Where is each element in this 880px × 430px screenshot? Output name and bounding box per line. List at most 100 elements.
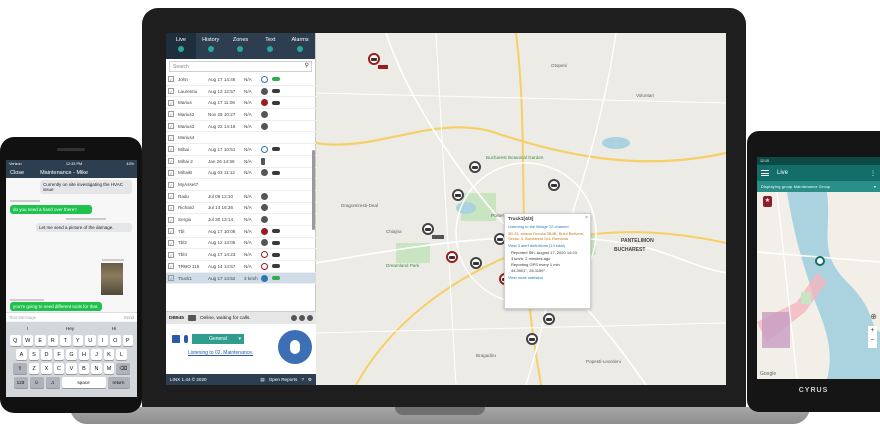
vehicle-marker[interactable]	[446, 251, 458, 263]
key[interactable]: U	[85, 335, 96, 346]
microphone-key[interactable]: ♫	[45, 377, 60, 388]
vehicle-row[interactable]: ✓ Laurentiu Aug 13 12:57 N/A	[166, 86, 316, 98]
tab-history[interactable]: History	[196, 33, 226, 59]
locate-icon[interactable]: ⊕	[870, 312, 877, 321]
checkbox[interactable]: ✓	[168, 239, 174, 246]
checkbox[interactable]: ✓	[168, 146, 174, 153]
key[interactable]: M	[103, 363, 115, 374]
checkbox[interactable]: ✓	[168, 123, 174, 130]
help-icon[interactable]: ?	[301, 377, 304, 383]
return-key[interactable]: return	[107, 377, 130, 388]
checkbox[interactable]: ✓	[168, 111, 174, 118]
shared-photo[interactable]	[101, 263, 123, 295]
emoji-key[interactable]: ☺	[29, 377, 44, 388]
suggestion[interactable]: Hey	[66, 326, 74, 331]
listening-link[interactable]: Listening to 02. Maintenance.	[188, 350, 253, 356]
settings-icon[interactable]: ⚙	[308, 377, 312, 383]
checkbox[interactable]: ✓	[168, 228, 174, 235]
checkbox[interactable]: ✓	[168, 216, 174, 223]
key[interactable]: O	[110, 335, 121, 346]
link-icon[interactable]	[299, 315, 305, 321]
popup-listening-link[interactable]: Listening to the Bridge 22 channel	[508, 224, 587, 229]
key[interactable]: C	[53, 363, 65, 374]
vehicle-row[interactable]: ✓ Marius3 Aug 22 14:16 N/A	[166, 121, 316, 133]
key[interactable]: E	[35, 335, 46, 346]
key[interactable]: Q	[10, 335, 21, 346]
tab-live[interactable]: Live	[166, 33, 196, 59]
vehicle-row[interactable]: ✓ Marius4	[166, 132, 316, 145]
vehicle-marker[interactable]	[548, 179, 560, 191]
vehicle-row[interactable]: ✓ John Aug 17 14:46 N/A	[166, 74, 316, 86]
checkbox[interactable]: ✓	[168, 158, 174, 165]
key[interactable]: J	[91, 349, 102, 360]
mic-icon[interactable]	[184, 335, 188, 343]
vehicle-marker[interactable]	[470, 257, 482, 269]
vehicle-row[interactable]: ✓ TRBO 115 Aug 14 14:57 N/A	[166, 261, 316, 273]
tab-alarms[interactable]: Alarms	[285, 33, 315, 59]
key[interactable]: K	[103, 349, 115, 360]
popup-stats-link[interactable]: View route statistics	[508, 275, 587, 280]
popup-alert-link[interactable]: View 0 alert definitions (14 total)	[508, 243, 587, 248]
key[interactable]: N	[91, 363, 102, 374]
channel-select[interactable]: General ▾	[192, 334, 244, 344]
send-button[interactable]: Send	[124, 315, 134, 320]
numbers-key[interactable]: 123	[13, 377, 28, 388]
key[interactable]: I	[97, 335, 108, 346]
vehicle-marker[interactable]	[815, 256, 825, 266]
key[interactable]: P	[122, 335, 133, 346]
tab-zones[interactable]: Zones	[226, 33, 256, 59]
search-input[interactable]: Search ⚲	[169, 61, 312, 72]
vehicle-row[interactable]: ✓ MihaiB Aug 03 11:12 N/A	[166, 168, 316, 180]
key[interactable]: F	[53, 349, 65, 360]
vehicle-list-scrollbar[interactable]	[312, 150, 315, 230]
close-button[interactable]: Close	[10, 170, 24, 176]
close-icon[interactable]: ×	[585, 215, 588, 221]
vehicle-row[interactable]: ✓ Truck1 Aug 17 14:52 3 km/h	[166, 272, 316, 285]
backspace-key[interactable]: ⌫	[116, 363, 131, 374]
key[interactable]: X	[41, 363, 52, 374]
lock-icon[interactable]	[291, 315, 297, 321]
vehicle-row[interactable]: ✓ Tbl2 Aug 12 13:06 N/A	[166, 238, 316, 250]
suggestion[interactable]: Hi	[112, 326, 116, 331]
vehicle-row[interactable]: ✓ Marius Aug 17 11:06 N/A	[166, 97, 316, 110]
checkbox[interactable]: ✓	[168, 204, 174, 211]
key[interactable]: V	[66, 363, 77, 374]
vehicle-marker[interactable]	[543, 313, 555, 325]
push-to-talk-button[interactable]	[278, 330, 312, 364]
open-reports-link[interactable]: Open Reports	[269, 377, 298, 383]
key[interactable]: T	[60, 335, 71, 346]
map-view[interactable]: Bucharest Botanical Garden Politehnica D…	[316, 33, 726, 385]
key[interactable]: D	[41, 349, 52, 360]
shift-key[interactable]: ⇧	[12, 363, 27, 374]
vehicle-marker[interactable]	[368, 53, 380, 65]
key[interactable]: B	[78, 363, 90, 374]
vehicle-row[interactable]: ✓ Mihai Aug 17 10:51 N/A	[166, 144, 316, 156]
vehicle-marker[interactable]	[422, 223, 434, 235]
checkbox[interactable]: ✓	[168, 169, 174, 176]
key[interactable]: Z	[28, 363, 40, 374]
zoom-control[interactable]: + −	[868, 326, 877, 348]
vehicle-row[interactable]: ✓ Richard Jul 14 16:36 N/A	[166, 203, 316, 215]
vehicle-row[interactable]: ✓ Tbl Aug 17 10:08 N/A	[166, 226, 316, 238]
checkbox[interactable]: ✓	[168, 263, 174, 270]
group-selector[interactable]: Displaying group Maintenance Group ▾	[757, 181, 880, 192]
vehicle-row[interactable]: ✓ Tbl4 Aug 17 14:23 N/A	[166, 249, 316, 261]
checkbox[interactable]: ✓	[168, 181, 174, 188]
key[interactable]: A	[16, 349, 27, 360]
key[interactable]: R	[47, 335, 58, 346]
checkbox[interactable]: ✓	[168, 134, 174, 141]
vehicle-marker[interactable]	[452, 189, 464, 201]
settings-icon[interactable]	[307, 315, 313, 321]
speaker-icon[interactable]	[172, 335, 180, 343]
star-marker-icon[interactable]: ★	[763, 196, 772, 207]
menu-icon[interactable]	[761, 170, 769, 176]
tab-text[interactable]: Text	[255, 33, 285, 59]
key[interactable]: L	[116, 349, 127, 360]
vehicle-row[interactable]: ✓ Mihai 2 Jan 26 14:56 N/A	[166, 156, 316, 168]
checkbox[interactable]: ✓	[168, 99, 174, 106]
vehicle-row[interactable]: ✓ MyAsset7	[166, 179, 316, 191]
checkbox[interactable]: ✓	[168, 76, 174, 83]
vehicle-marker[interactable]	[526, 333, 538, 345]
key[interactable]: W	[22, 335, 33, 346]
vehicle-row[interactable]: ✓ Sergiu Jul 30 13:14 N/A	[166, 214, 316, 226]
